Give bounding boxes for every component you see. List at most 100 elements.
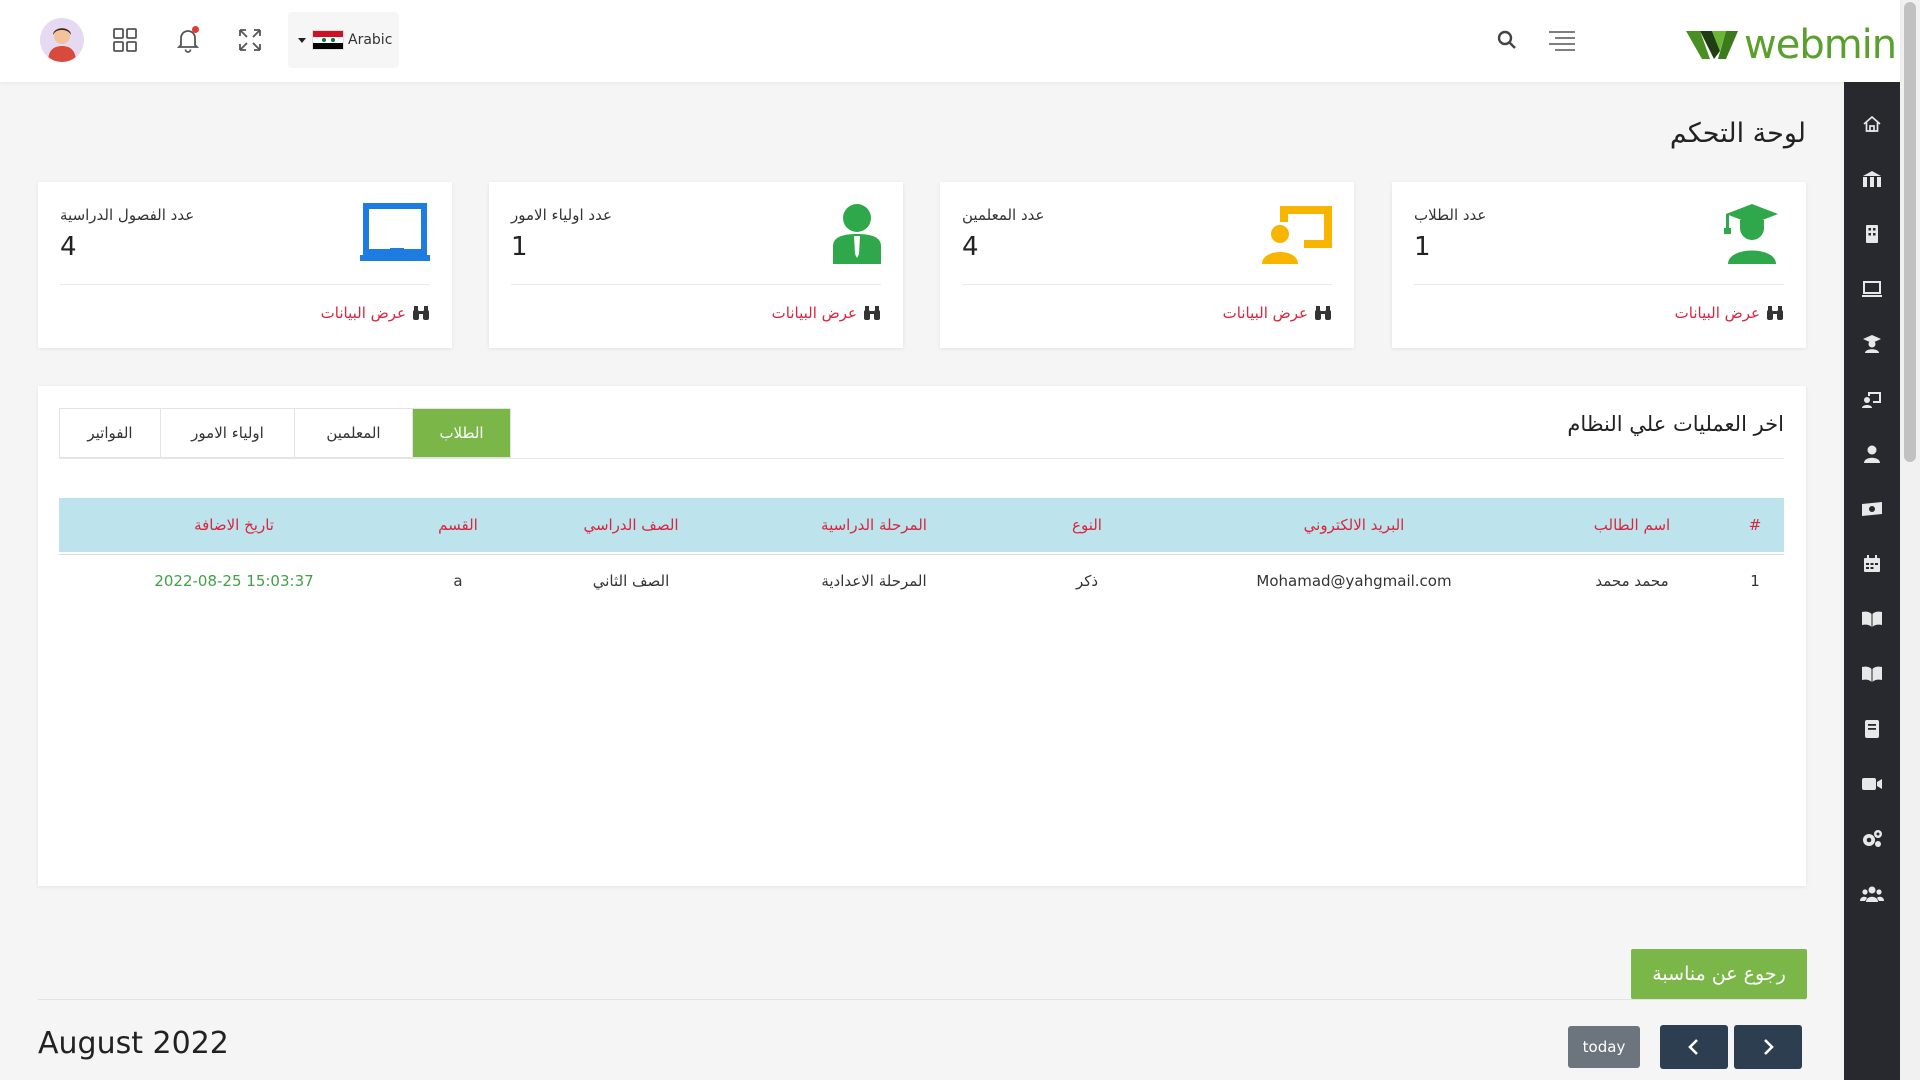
sidebar-item-school[interactable] — [1844, 161, 1900, 197]
sidebar-item-teachers[interactable] — [1844, 381, 1900, 417]
sidebar-item-home[interactable] — [1844, 106, 1900, 142]
classroom-icon — [360, 202, 430, 264]
sidebar-item-library[interactable] — [1844, 711, 1900, 747]
calendar-icon — [1864, 555, 1880, 572]
book-icon — [1865, 720, 1879, 738]
column-header[interactable]: الصف الدراسي — [551, 498, 711, 552]
sidebar-item-calendar[interactable] — [1844, 546, 1900, 582]
book-open-alt-icon — [1862, 666, 1882, 682]
graduate-icon — [1714, 202, 1784, 264]
tab-invoices[interactable]: الفواتير — [60, 409, 161, 457]
column-header[interactable]: تاريخ الاضافة — [144, 498, 324, 552]
card-value: 4 — [60, 232, 77, 262]
column-header[interactable]: # — [1735, 498, 1775, 552]
chevron-left-icon — [1688, 1039, 1698, 1055]
sidebar-item-students[interactable] — [1844, 326, 1900, 362]
panel-title: اخر العمليات علي النظام — [1567, 412, 1784, 436]
cell-student-name: محمد محمد — [1595, 572, 1669, 590]
user-avatar[interactable] — [40, 18, 84, 62]
column-header[interactable]: البريد الالكتروني — [1234, 498, 1474, 552]
cell-email: Mohamad@yahgmail.com — [1256, 572, 1452, 590]
building-icon — [1866, 225, 1878, 243]
home-icon — [1863, 115, 1881, 132]
graduate-icon — [1863, 335, 1881, 353]
avatar-icon — [40, 18, 84, 62]
menu-toggle-icon[interactable] — [1544, 24, 1580, 56]
language-label: Arabic — [348, 32, 393, 48]
teacher-icon — [1262, 202, 1332, 264]
table-row[interactable]: 1 محمد محمد Mohamad@yahgmail.com ذكر الم… — [59, 554, 1784, 606]
fullscreen-icon[interactable] — [234, 24, 266, 56]
caret-down-icon — [298, 37, 306, 43]
tab-parents[interactable]: اولياء الامور — [161, 409, 295, 457]
column-header[interactable]: النوع — [1037, 498, 1137, 552]
page-title: لوحة التحكم — [1669, 118, 1806, 149]
user-icon — [1864, 445, 1880, 463]
settings-icon — [1863, 830, 1882, 847]
notification-dot — [192, 26, 199, 33]
today-button[interactable]: today — [1568, 1026, 1640, 1068]
sidebar-item-payments[interactable] — [1844, 491, 1900, 527]
tab-students[interactable]: الطلاب — [413, 409, 510, 457]
card-value: 1 — [511, 232, 528, 262]
language-selector[interactable]: Arabic — [288, 12, 399, 68]
webmin-logo[interactable]: webmin — [1686, 22, 1897, 68]
logo-text: webmin — [1744, 22, 1897, 68]
view-data-link[interactable]: عرض البيانات — [1223, 304, 1332, 322]
view-data-link[interactable]: عرض البيانات — [1675, 304, 1784, 322]
sidebar-item-users[interactable] — [1844, 876, 1900, 912]
card-label: عدد اولياء الامور — [511, 206, 612, 224]
cell-index: 1 — [1750, 572, 1760, 590]
back-from-event-button[interactable]: رجوع عن مناسبة — [1631, 949, 1807, 999]
calendar-month-title: August 2022 — [38, 1026, 229, 1061]
card-label: عدد الطلاب — [1414, 206, 1487, 224]
cell-grade: الصف الثاني — [592, 572, 670, 590]
notification-bell-icon[interactable] — [172, 24, 204, 56]
card-teachers: عدد المعلمين 4 عرض البيانات — [940, 182, 1354, 348]
sidebar — [1844, 82, 1900, 1080]
table-header: # اسم الطالب البريد الالكتروني النوع الم… — [59, 498, 1784, 552]
teacher-board-icon — [1862, 392, 1881, 408]
syria-flag-icon — [312, 30, 344, 50]
sidebar-item-subjects[interactable] — [1844, 601, 1900, 637]
column-header[interactable]: المرحلة الدراسية — [784, 498, 964, 552]
sidebar-item-online-classes[interactable] — [1844, 766, 1900, 802]
video-icon — [1862, 778, 1882, 790]
sidebar-item-parents[interactable] — [1844, 436, 1900, 472]
binoculars-icon — [1767, 306, 1783, 320]
laptop-icon — [1862, 281, 1882, 297]
scrollbar-thumb[interactable] — [1904, 2, 1916, 462]
sidebar-item-settings[interactable] — [1844, 821, 1900, 857]
parent-icon — [811, 202, 881, 264]
calendar-prev-button[interactable] — [1660, 1025, 1728, 1069]
cell-gender: ذكر — [1075, 572, 1099, 590]
card-parents: عدد اولياء الامور 1 عرض البيانات — [489, 182, 903, 348]
search-icon[interactable] — [1491, 24, 1523, 56]
logo-mark-icon — [1686, 31, 1738, 59]
cell-date-added: 2022-08-25 15:03:37 — [154, 572, 314, 590]
card-label: عدد المعلمين — [962, 206, 1045, 224]
sidebar-item-classes[interactable] — [1844, 271, 1900, 307]
book-open-icon — [1862, 611, 1882, 627]
sidebar-item-building[interactable] — [1844, 216, 1900, 252]
card-value: 1 — [1414, 232, 1431, 262]
cell-stage: المرحلة الاعدادية — [821, 572, 927, 590]
calendar-next-button[interactable] — [1734, 1025, 1802, 1069]
sidebar-item-lessons[interactable] — [1844, 656, 1900, 692]
card-students: عدد الطلاب 1 عرض البيانات — [1392, 182, 1806, 348]
column-header[interactable]: القسم — [408, 498, 508, 552]
card-classes: عدد الفصول الدراسية 4 عرض البيانات — [38, 182, 452, 348]
cell-section: a — [453, 572, 463, 590]
users-icon — [1860, 886, 1884, 902]
money-icon — [1862, 502, 1882, 516]
recent-operations-panel: اخر العمليات علي النظام الفواتير اولياء … — [38, 386, 1806, 886]
view-data-link[interactable]: عرض البيانات — [772, 304, 881, 322]
column-header[interactable]: اسم الطالب — [1552, 498, 1712, 552]
card-label: عدد الفصول الدراسية — [60, 206, 195, 224]
binoculars-icon — [864, 306, 880, 320]
binoculars-icon — [413, 306, 429, 320]
tab-teachers[interactable]: المعلمين — [295, 409, 413, 457]
top-header: Arabic webmin — [0, 0, 1900, 82]
apps-grid-icon[interactable] — [109, 24, 141, 56]
view-data-link[interactable]: عرض البيانات — [321, 304, 430, 322]
